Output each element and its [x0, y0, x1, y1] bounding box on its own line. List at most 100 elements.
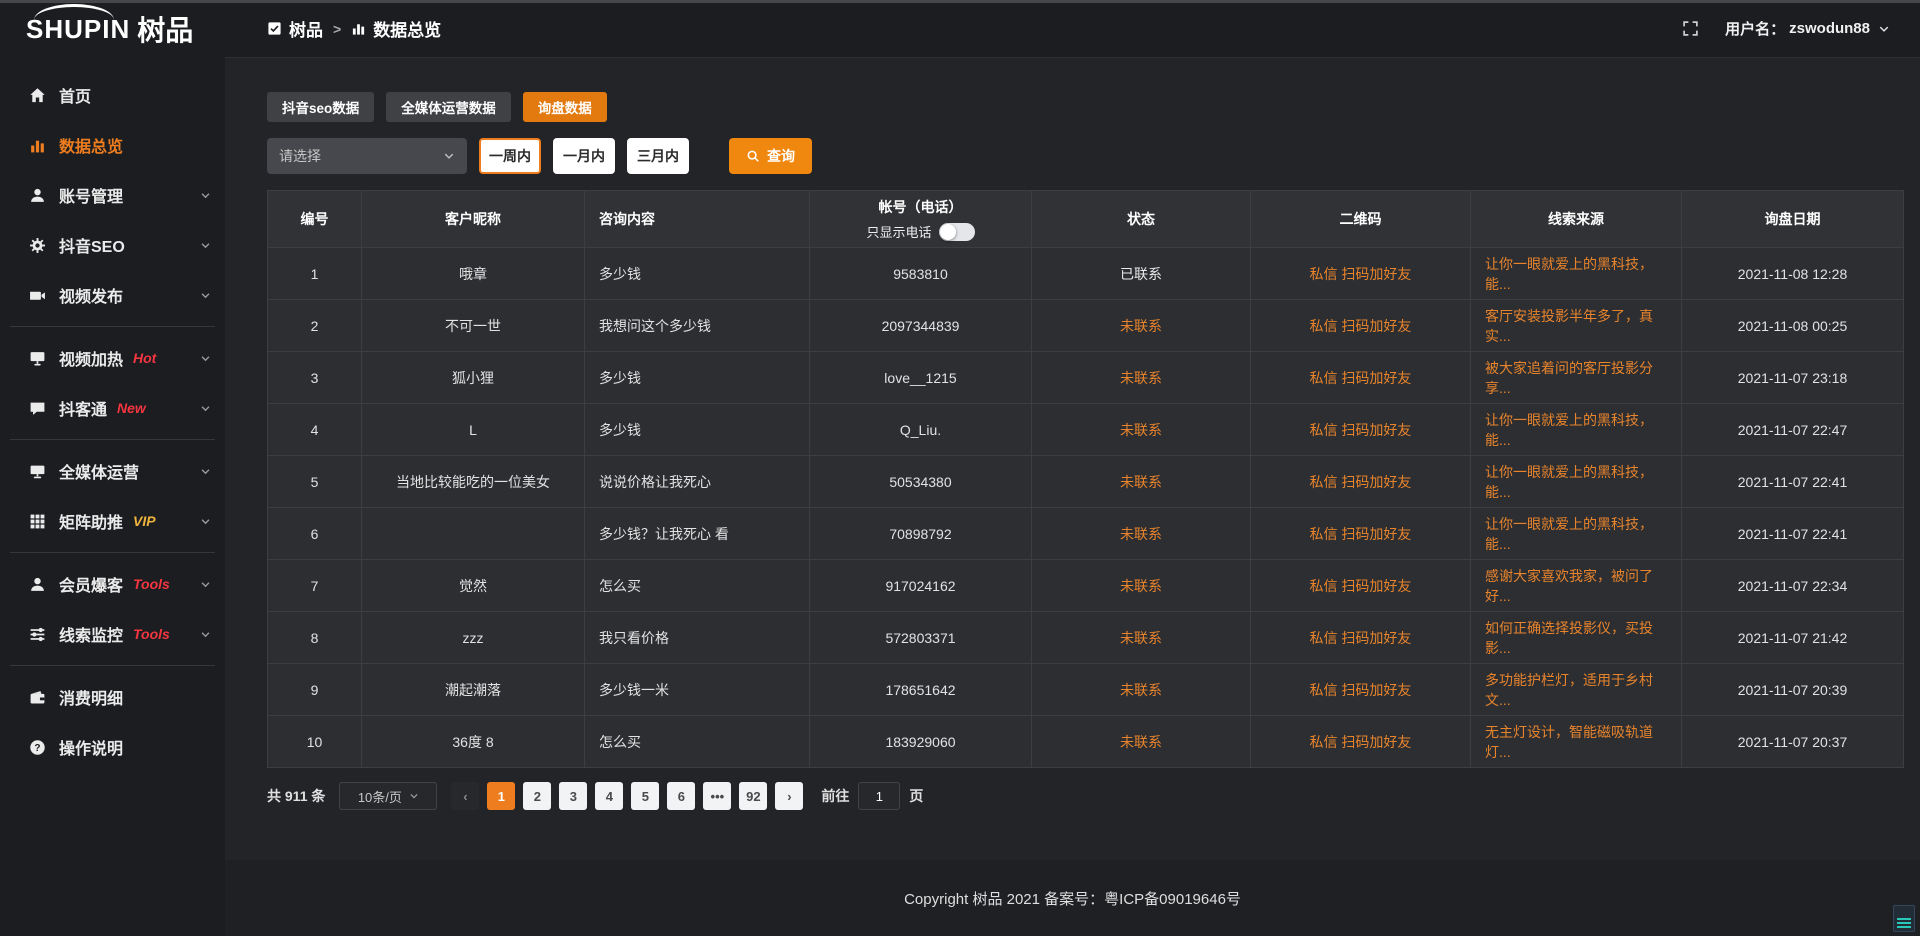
- cell-date: 2021-11-07 23:18: [1681, 352, 1903, 403]
- page-size-select[interactable]: 10条/页: [339, 782, 437, 810]
- lead-source-link[interactable]: 客厅安装投影半年多了，真实...: [1470, 300, 1681, 351]
- qr-add-friend-link[interactable]: 私信 扫码加好友: [1250, 352, 1470, 403]
- chevron-down-icon: [200, 190, 211, 201]
- breadcrumb-home[interactable]: 树品: [267, 16, 323, 41]
- qr-add-friend-link[interactable]: 私信 扫码加好友: [1250, 664, 1470, 715]
- breadcrumb-label: 数据总览: [373, 16, 441, 41]
- table-row: 7 觉然 怎么买 917024162 未联系 私信 扫码加好友 感谢大家喜欢我家…: [268, 559, 1903, 611]
- sidebar-item-instructions[interactable]: ? 操作说明: [0, 722, 225, 772]
- qr-add-friend-link[interactable]: 私信 扫码加好友: [1250, 248, 1470, 299]
- lead-source-link[interactable]: 让你一眼就爱上的黑科技，能...: [1470, 404, 1681, 455]
- page-button-6[interactable]: 6: [667, 782, 695, 810]
- cell-content: 多少钱？让我死心 看: [584, 508, 809, 559]
- next-page-button[interactable]: ›: [775, 782, 803, 810]
- sidebar-item-member-burst[interactable]: 会员爆客 Tools: [0, 559, 225, 609]
- pagination: 共 911 条 10条/页 ‹ 1 2 3 4 5 6 ••• 92 › 前往 …: [267, 782, 1904, 810]
- copyright-text: Copyright 树品 2021 备案号：粤ICP备09019646号: [904, 888, 1241, 909]
- qr-add-friend-link[interactable]: 私信 扫码加好友: [1250, 508, 1470, 559]
- widget-lines-icon: [1897, 918, 1911, 928]
- cell-nickname: 潮起潮落: [361, 664, 584, 715]
- cell-account: 70898792: [809, 508, 1031, 559]
- data-tabs: 抖音seo数据 全媒体运营数据 询盘数据: [267, 92, 1904, 122]
- qr-add-friend-link[interactable]: 私信 扫码加好友: [1250, 612, 1470, 663]
- sidebar-item-media-operation[interactable]: 全媒体运营: [0, 446, 225, 496]
- cell-date: 2021-11-07 22:34: [1681, 560, 1903, 611]
- username-value: zswodun88: [1789, 20, 1870, 37]
- sidebar-item-doukertong[interactable]: 抖客通 New: [0, 383, 225, 433]
- breadcrumb-current[interactable]: 数据总览: [351, 16, 441, 41]
- cell-content: 说说价格让我死心: [584, 456, 809, 507]
- page-button-92[interactable]: 92: [739, 782, 767, 810]
- cell-nickname: 哦章: [361, 248, 584, 299]
- cell-account: 178651642: [809, 664, 1031, 715]
- phone-toggle-label: 只显示电话: [866, 222, 931, 241]
- page-button-3[interactable]: 3: [559, 782, 587, 810]
- header-qrcode: 二维码: [1250, 191, 1470, 247]
- prev-page-button[interactable]: ‹: [451, 782, 479, 810]
- sidebar-item-lead-monitor[interactable]: 线索监控 Tools: [0, 609, 225, 659]
- table-row: 9 潮起潮落 多少钱一米 178651642 未联系 私信 扫码加好友 多功能护…: [268, 663, 1903, 715]
- cell-id: 8: [268, 612, 361, 663]
- qr-add-friend-link[interactable]: 私信 扫码加好友: [1250, 716, 1470, 767]
- lead-source-link[interactable]: 让你一眼就爱上的黑科技，能...: [1470, 248, 1681, 299]
- cell-content: 怎么买: [584, 716, 809, 767]
- status-badge: 未联系: [1031, 560, 1250, 611]
- header-id: 编号: [268, 191, 361, 247]
- cell-content: 多少钱一米: [584, 664, 809, 715]
- page-ellipsis-button[interactable]: •••: [703, 782, 731, 810]
- phone-only-toggle[interactable]: [939, 223, 975, 241]
- tab-inquiry-data[interactable]: 询盘数据: [523, 92, 607, 122]
- page-button-4[interactable]: 4: [595, 782, 623, 810]
- lead-source-link[interactable]: 无主灯设计，智能磁吸轨道灯...: [1470, 716, 1681, 767]
- lead-source-link[interactable]: 被大家追着问的客厅投影分享...: [1470, 352, 1681, 403]
- lead-source-link[interactable]: 如何正确选择投影仪，买投影...: [1470, 612, 1681, 663]
- lead-source-link[interactable]: 让你一眼就爱上的黑科技，能...: [1470, 508, 1681, 559]
- floating-widget[interactable]: [1893, 905, 1915, 932]
- tab-media-operation-data[interactable]: 全媒体运营数据: [386, 92, 511, 122]
- sidebar-item-home[interactable]: 首页: [0, 70, 225, 120]
- status-badge: 未联系: [1031, 352, 1250, 403]
- search-button[interactable]: 查询: [729, 138, 812, 174]
- tab-douyin-seo-data[interactable]: 抖音seo数据: [267, 92, 374, 122]
- sidebar-item-data-overview[interactable]: 数据总览: [0, 120, 225, 170]
- sidebar-item-matrix-boost[interactable]: 矩阵助推 VIP: [0, 496, 225, 546]
- lead-source-link[interactable]: 让你一眼就爱上的黑科技，能...: [1470, 456, 1681, 507]
- range-button-week[interactable]: 一周内: [479, 138, 541, 174]
- sidebar-item-account[interactable]: 账号管理: [0, 170, 225, 220]
- sidebar-item-consumption[interactable]: 消费明细: [0, 672, 225, 722]
- range-button-quarter[interactable]: 三月内: [627, 138, 689, 174]
- page-button-2[interactable]: 2: [523, 782, 551, 810]
- monitor-icon: [28, 462, 46, 480]
- qr-add-friend-link[interactable]: 私信 扫码加好友: [1250, 404, 1470, 455]
- sidebar-item-douyin-seo[interactable]: 抖音SEO: [0, 220, 225, 270]
- sliders-icon: [28, 625, 46, 643]
- qr-add-friend-link[interactable]: 私信 扫码加好友: [1250, 560, 1470, 611]
- cell-account: 2097344839: [809, 300, 1031, 351]
- qr-add-friend-link[interactable]: 私信 扫码加好友: [1250, 300, 1470, 351]
- range-button-month[interactable]: 一月内: [553, 138, 615, 174]
- goto-page-input[interactable]: [858, 782, 900, 810]
- new-badge: New: [117, 400, 146, 416]
- svg-text:?: ?: [34, 742, 40, 753]
- account-select[interactable]: 请选择: [267, 138, 467, 174]
- lead-source-link[interactable]: 多功能护栏灯，适用于乡村文...: [1470, 664, 1681, 715]
- member-icon: [28, 575, 46, 593]
- sidebar-item-video-publish[interactable]: 视频发布: [0, 270, 225, 320]
- wallet-icon: [28, 688, 46, 706]
- cell-nickname: L: [361, 404, 584, 455]
- bar-chart-icon: [28, 136, 46, 154]
- user-menu[interactable]: 用户名： zswodun88: [1725, 18, 1890, 39]
- page-button-5[interactable]: 5: [631, 782, 659, 810]
- menu-divider: [10, 439, 215, 440]
- fullscreen-icon[interactable]: [1682, 20, 1699, 37]
- page-button-1[interactable]: 1: [487, 782, 515, 810]
- lead-source-link[interactable]: 感谢大家喜欢我家，被问了好...: [1470, 560, 1681, 611]
- cell-content: 我只看价格: [584, 612, 809, 663]
- table-row: 4 L 多少钱 Q_Liu. 未联系 私信 扫码加好友 让你一眼就爱上的黑科技，…: [268, 403, 1903, 455]
- sidebar-item-video-heat[interactable]: 视频加热 Hot: [0, 333, 225, 383]
- qr-add-friend-link[interactable]: 私信 扫码加好友: [1250, 456, 1470, 507]
- cell-nickname: 当地比较能吃的一位美女: [361, 456, 584, 507]
- filter-bar: 请选择 一周内 一月内 三月内 查询: [267, 138, 1904, 174]
- sidebar-item-label: 矩阵助推: [59, 509, 123, 533]
- breadcrumb-separator: >: [333, 21, 341, 37]
